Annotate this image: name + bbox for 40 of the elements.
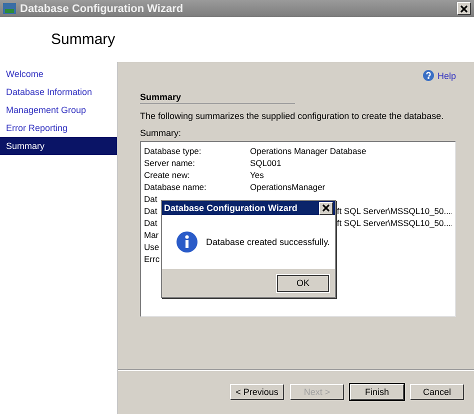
summary-value: OperationsManager (250, 181, 326, 193)
sidebar-item[interactable]: Error Reporting (0, 119, 117, 137)
section-title: Summary (140, 92, 295, 104)
summary-value: SQL001 (250, 157, 282, 169)
page-title: Summary (51, 31, 116, 48)
ok-button[interactable]: OK (277, 274, 329, 292)
window-title: Database Configuration Wizard (20, 2, 184, 14)
wizard-button[interactable]: Cancel (410, 384, 464, 400)
summary-value: ft SQL Server\MSSQL10_50.... (336, 217, 452, 229)
help-icon (423, 70, 434, 81)
summary-key: Dat (144, 193, 160, 205)
sidebar-item[interactable]: Database Information (0, 83, 117, 101)
summary-value: Operations Manager Database (250, 145, 366, 157)
summary-key: Database type: (144, 145, 250, 157)
info-icon (176, 231, 198, 253)
summary-key: Server name: (144, 157, 250, 169)
description-text: The following summarizes the supplied configuration to create the database. (140, 111, 445, 121)
wizard-button[interactable]: Finish (350, 384, 404, 400)
summary-key: Use (144, 241, 160, 253)
close-icon (460, 4, 468, 12)
summary-key: Dat (144, 205, 160, 217)
wizard-button[interactable]: < Previous (230, 384, 284, 400)
close-icon (322, 204, 330, 212)
close-button[interactable] (457, 2, 471, 15)
sidebar-item[interactable]: Welcome (0, 65, 117, 83)
summary-label: Summary: (140, 128, 182, 138)
app-icon (3, 3, 16, 14)
summary-key: Dat (144, 217, 160, 229)
summary-key: Create new: (144, 169, 250, 181)
dialog-message: Database created successfully. (206, 237, 330, 247)
summary-value: ft SQL Server\MSSQL10_50.... (336, 205, 452, 217)
summary-key: Errc (144, 253, 160, 265)
dialog-close-button[interactable] (319, 202, 333, 214)
summary-key: Database name: (144, 181, 250, 193)
sidebar-item[interactable]: Summary (0, 137, 117, 155)
summary-value: Yes (250, 169, 264, 181)
dialog-title: Database Configuration Wizard (164, 203, 298, 213)
sidebar-item[interactable]: Management Group (0, 101, 117, 119)
summary-key: Mar (144, 229, 160, 241)
help-link[interactable]: Help (423, 70, 456, 81)
